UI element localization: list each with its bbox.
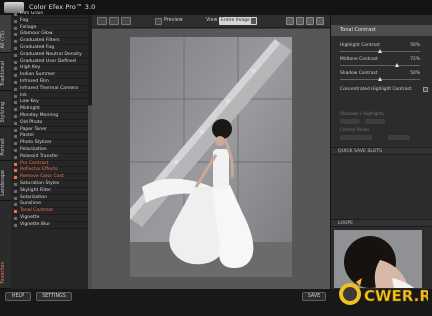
slider-knob[interactable] bbox=[395, 63, 400, 67]
help-button[interactable]: HELP bbox=[5, 292, 31, 301]
list-item[interactable]: Polarization bbox=[12, 147, 88, 154]
tab-stylizing-label: Stylizing bbox=[1, 101, 6, 122]
app-title: Color Efex Pro™ 3.0 bbox=[29, 3, 96, 11]
tab-portrait[interactable]: Portrait bbox=[0, 127, 11, 161]
checkbox-label: Concentrated Highlight Contrast bbox=[340, 87, 412, 92]
tab-favorites[interactable]: Favorites bbox=[0, 251, 11, 289]
slider-knob[interactable] bbox=[377, 77, 382, 81]
category-tabs: All (75) Traditional Stylizing Portrait … bbox=[0, 15, 11, 289]
list-item[interactable]: Graduated Filters bbox=[12, 38, 88, 45]
slider-value: 50% bbox=[410, 71, 420, 76]
concentrated-highlight-option[interactable]: Concentrated Highlight Contrast bbox=[340, 87, 430, 95]
list-item[interactable]: Midnight bbox=[12, 106, 88, 113]
slider-label: Midtone Contrast bbox=[340, 57, 378, 62]
settings-panel: Tonal Contrast Highlight Contrast 50% Mi… bbox=[330, 15, 432, 289]
list-item[interactable]: Skylight Filter bbox=[12, 188, 88, 195]
checkbox[interactable] bbox=[423, 87, 428, 92]
watermark-text: CWER.RU bbox=[364, 287, 428, 305]
list-item[interactable]: Graduated Fog bbox=[12, 45, 88, 52]
list-item[interactable]: Fog bbox=[12, 18, 88, 25]
filter-list: Film Grain Fog Foliage Glamour Glow Grad… bbox=[12, 11, 88, 285]
list-item[interactable]: Monday Morning bbox=[12, 113, 88, 120]
list-item[interactable]: Infrared Film bbox=[12, 79, 88, 86]
control-points-label: Control Points bbox=[340, 127, 370, 132]
loupe-header[interactable]: LOUPE bbox=[331, 219, 432, 227]
chevron-down-icon bbox=[251, 18, 256, 24]
tab-all[interactable]: All (75) bbox=[0, 15, 11, 53]
background-toggle-icon[interactable] bbox=[306, 17, 314, 25]
fullscreen-icon[interactable] bbox=[316, 17, 324, 25]
highlights-control[interactable] bbox=[365, 119, 385, 124]
filter-browser: All (75) Traditional Stylizing Portrait … bbox=[0, 11, 92, 290]
watermark-logo: CWER.RU bbox=[339, 278, 432, 305]
slider-label: Shadow Contrast bbox=[340, 71, 378, 76]
toolbar: Preview View Entire Image bbox=[92, 15, 330, 28]
bride-photo bbox=[130, 37, 292, 277]
tab-stylizing[interactable]: Stylizing bbox=[0, 91, 11, 127]
tab-portrait-label: Portrait bbox=[1, 138, 6, 156]
list-item[interactable]: Infrared Thermal Camera bbox=[12, 86, 88, 93]
save-button[interactable]: SAVE bbox=[302, 292, 326, 301]
list-item[interactable]: Graduated Neutral Density bbox=[12, 52, 88, 59]
list-item[interactable]: Vignette bbox=[12, 215, 88, 222]
highlight-contrast-slider[interactable]: Highlight Contrast 50% bbox=[340, 43, 420, 56]
tab-landscape[interactable]: Landscape bbox=[0, 161, 11, 201]
midtone-contrast-slider[interactable]: Midtone Contrast 72% bbox=[340, 57, 420, 70]
quick-save-slots-header[interactable]: QUICK SAVE SLOTS bbox=[331, 147, 432, 155]
preview-checkbox[interactable] bbox=[155, 18, 162, 25]
list-item[interactable]: Saturation Styles bbox=[12, 181, 88, 188]
list-item[interactable]: Film Grain bbox=[12, 11, 88, 18]
list-item[interactable]: Vignette Blur bbox=[12, 222, 88, 229]
slider-value: 72% bbox=[410, 57, 420, 62]
tab-traditional-label: Traditional bbox=[1, 61, 6, 86]
view-select-value: Entire Image bbox=[221, 18, 250, 23]
shadows-highlights-label: Shadows / Highlights bbox=[340, 111, 384, 116]
add-control-point-button[interactable] bbox=[340, 135, 372, 140]
zoom-tool-icon[interactable] bbox=[296, 17, 304, 25]
list-item[interactable]: Polaroid Transfer bbox=[12, 154, 88, 161]
list-item[interactable]: Old Photo bbox=[12, 120, 88, 127]
image-canvas[interactable] bbox=[92, 29, 330, 289]
settings-button[interactable]: SETTINGS bbox=[36, 292, 72, 301]
preview-image[interactable] bbox=[130, 37, 292, 277]
slider-track[interactable] bbox=[340, 65, 420, 66]
side-by-side-button[interactable] bbox=[121, 17, 131, 25]
list-item[interactable]: Indian Summer bbox=[12, 72, 88, 79]
slider-label: Highlight Contrast bbox=[340, 43, 380, 48]
shadows-control[interactable] bbox=[340, 119, 360, 124]
tab-landscape-label: Landscape bbox=[1, 170, 6, 196]
tab-traditional[interactable]: Traditional bbox=[0, 53, 11, 91]
list-item-selected[interactable]: Tonal Contrast bbox=[12, 208, 88, 215]
preview-label: Preview bbox=[164, 18, 183, 23]
slider-value: 50% bbox=[410, 43, 420, 48]
list-item[interactable]: Photo Stylizer bbox=[12, 140, 88, 147]
slider-knob[interactable] bbox=[377, 49, 382, 53]
remove-control-point-button[interactable] bbox=[388, 135, 410, 140]
filter-title: Tonal Contrast bbox=[331, 25, 432, 36]
shadow-contrast-slider[interactable]: Shadow Contrast 50% bbox=[340, 71, 420, 84]
split-view-button[interactable] bbox=[109, 17, 119, 25]
view-select[interactable]: Entire Image bbox=[219, 17, 257, 25]
single-view-button[interactable] bbox=[97, 17, 107, 25]
hand-tool-icon[interactable] bbox=[286, 17, 294, 25]
tab-all-label: All (75) bbox=[1, 30, 6, 48]
view-label: View bbox=[206, 18, 218, 23]
list-item[interactable]: Remove Color Cast bbox=[12, 174, 88, 181]
watermark: CWER.RU bbox=[336, 276, 432, 312]
tab-favorites-label: Favorites bbox=[1, 262, 6, 284]
